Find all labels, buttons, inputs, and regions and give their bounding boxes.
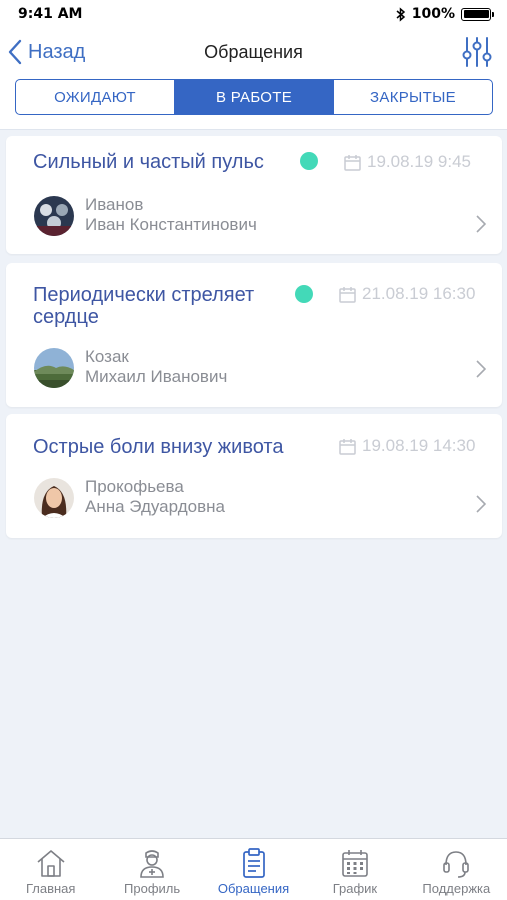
request-card[interactable]: Острые боли внизу живота 19.08.19 14:30 … [6,414,502,538]
segment-wrapper: ОЖИДАЮТ В РАБОТЕ ЗАКРЫТЫЕ [0,76,507,130]
tab-support[interactable]: Поддержка [406,839,507,900]
chevron-right-icon [476,495,486,513]
person-last-name: Прокофьева [85,477,184,496]
calendar-icon [339,438,356,455]
avatar [34,196,74,236]
tab-home[interactable]: Главная [0,839,101,900]
battery-percent: 100% [411,6,455,22]
request-date: 19.08.19 14:30 [339,436,475,456]
nav-bar: Назад Обращения [0,28,507,76]
status-indicator [300,152,318,170]
sliders-icon [462,37,492,67]
tab-label: Профиль [124,881,181,896]
person-first-name: Анна Эдуардовна [85,497,225,516]
tab-requests[interactable]: Обращения [203,839,304,900]
request-title-line-2: сердце [33,306,99,328]
avatar [34,348,74,388]
status-time: 9:41 AM [18,6,83,22]
chevron-left-icon [8,39,22,65]
back-label: Назад [28,40,86,63]
calendar-icon [344,154,361,171]
request-card[interactable]: Периодически стреляет сердце 21.08.19 16… [6,263,502,407]
person-name: Иванов Иван Константинович [85,195,257,235]
tab-label: Главная [25,881,76,896]
person-first-name: Михаил Иванович [85,367,228,386]
tab-label: Поддержка [422,881,491,896]
home-icon [37,850,65,877]
request-date: 21.08.19 16:30 [339,284,475,304]
chevron-right-icon [476,360,486,378]
clipboard-icon [242,848,265,878]
headset-icon [443,851,470,878]
person-name: Прокофьева Анна Эдуардовна [85,477,225,517]
person-last-name: Козак [85,347,129,366]
chevron-right-icon [476,215,486,233]
segment-waiting[interactable]: ОЖИДАЮТ [16,80,175,114]
person-first-name: Иван Константинович [85,215,257,234]
status-indicator [295,285,313,303]
request-date-text: 21.08.19 16:30 [362,284,476,303]
battery-icon [461,7,494,21]
request-date-text: 19.08.19 14:30 [362,436,476,455]
person-last-name: Иванов [85,195,144,214]
back-button[interactable]: Назад [8,39,85,65]
request-title-line-1: Периодически стреляет [33,284,255,306]
request-card[interactable]: Сильный и частый пульс 19.08.19 9:45 Ива… [6,136,502,254]
request-title: Острые боли внизу живота [33,436,284,458]
tab-label: График [332,881,378,896]
calendar-icon [339,286,356,303]
filter-button[interactable] [461,36,493,68]
status-bar: 9:41 AM 100% [0,0,507,28]
person-name: Козак Михаил Иванович [85,347,227,387]
avatar [34,478,74,518]
request-date-text: 19.08.19 9:45 [367,152,471,171]
calendar-icon [342,850,368,877]
tab-label: Обращения [217,881,290,896]
segment-in-progress[interactable]: В РАБОТЕ [175,80,334,114]
request-title: Периодически стреляет сердце [33,284,254,328]
request-title: Сильный и частый пульс [33,151,264,173]
status-segmented-control: ОЖИДАЮТ В РАБОТЕ ЗАКРЫТЫЕ [15,79,493,115]
status-right: 100% [396,6,494,22]
tab-schedule[interactable]: График [304,839,405,900]
bluetooth-icon [396,6,405,22]
tab-bar: Главная Профиль Обращения График Поддерж… [0,838,507,900]
segment-closed[interactable]: ЗАКРЫТЫЕ [334,80,492,114]
tab-profile[interactable]: Профиль [101,839,202,900]
request-date: 19.08.19 9:45 [344,152,471,172]
doctor-icon [140,850,164,878]
